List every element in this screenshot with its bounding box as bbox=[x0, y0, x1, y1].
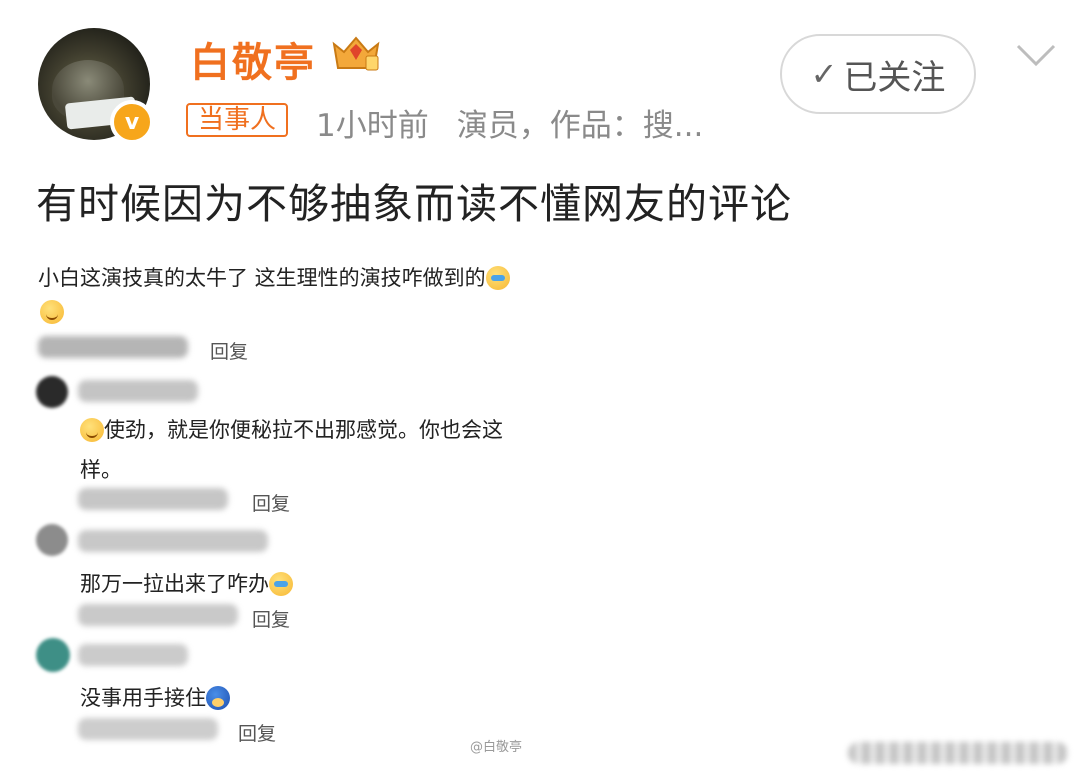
blurred-meta bbox=[78, 488, 228, 510]
reply-button[interactable]: 回复 bbox=[210, 337, 248, 364]
blurred-username bbox=[78, 644, 188, 666]
watermark: @白敬亭 bbox=[470, 740, 523, 755]
reply-comment: 没事用手接住 bbox=[80, 682, 230, 712]
reply-comment: 那万一拉出来了咋办 bbox=[80, 568, 293, 598]
blurred-username bbox=[38, 336, 188, 358]
follow-label: 已关注 bbox=[843, 57, 946, 98]
crown-badge-icon bbox=[332, 36, 380, 71]
follow-button[interactable]: ✓ 已关注 bbox=[780, 34, 976, 114]
crying-emoji-icon bbox=[485, 266, 510, 290]
reply-button[interactable]: 回复 bbox=[252, 489, 290, 516]
blurred-meta bbox=[78, 604, 238, 626]
blurred-image-strip bbox=[848, 742, 1068, 764]
reply-comment: 使劲，就是你便秘拉不出那感觉。你也会这 bbox=[80, 414, 503, 444]
top-comment: 小白这演技真的太牛了 这生理性的演技咋做到的 bbox=[38, 262, 510, 292]
verified-badge-icon: v bbox=[110, 100, 154, 144]
blurred-username bbox=[78, 380, 198, 402]
participant-tag: 当事人 bbox=[186, 103, 289, 137]
post-meta: 1小时前 演员，作品：搜... bbox=[316, 100, 731, 145]
blue-emoji-icon bbox=[206, 686, 230, 710]
reply-button[interactable]: 回复 bbox=[252, 605, 290, 632]
avatar[interactable] bbox=[36, 638, 70, 672]
reply-comment-text: 使劲，就是你便秘拉不出那感觉。你也会这 bbox=[104, 418, 503, 442]
post-text: 有时候因为不够抽象而读不懂网友的评论 bbox=[36, 180, 792, 228]
laughing-emoji-icon bbox=[40, 300, 64, 324]
blurred-username bbox=[78, 530, 268, 552]
check-icon: ✓ bbox=[810, 55, 838, 93]
avatar[interactable] bbox=[36, 524, 68, 556]
username[interactable]: 白敬亭 bbox=[190, 30, 316, 88]
smile-emoji-icon bbox=[80, 418, 104, 442]
reply-comment-line2: 样。 bbox=[80, 458, 122, 482]
top-comment-emoji-line bbox=[40, 300, 64, 324]
user-bio[interactable]: 演员，作品：搜... bbox=[457, 108, 704, 144]
chevron-down-icon[interactable] bbox=[1014, 42, 1058, 68]
post-time: 1小时前 bbox=[316, 108, 429, 144]
reply-comment-text: 没事用手接住 bbox=[80, 686, 206, 710]
crying-emoji-icon bbox=[269, 572, 293, 596]
reply-comment-text: 那万一拉出来了咋办 bbox=[80, 572, 269, 596]
top-comment-text: 小白这演技真的太牛了 这生理性的演技咋做到的 bbox=[38, 266, 486, 290]
blurred-meta bbox=[78, 718, 218, 740]
avatar[interactable] bbox=[36, 376, 68, 408]
reply-button[interactable]: 回复 bbox=[238, 719, 276, 746]
